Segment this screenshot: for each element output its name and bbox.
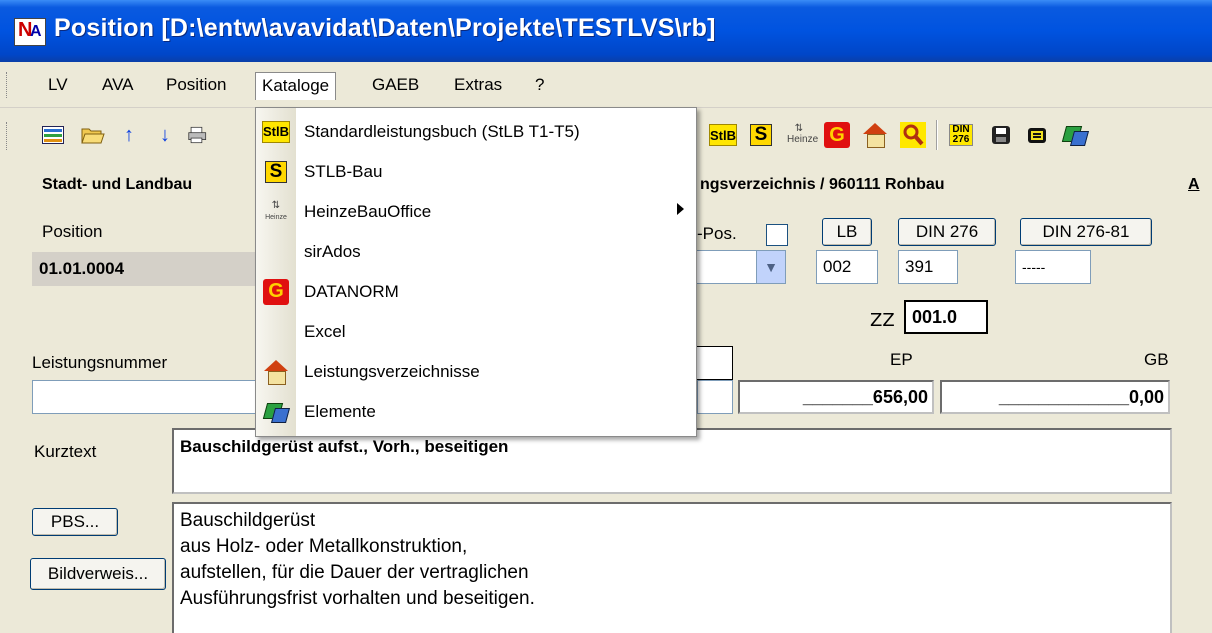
submenu-arrow-icon — [677, 203, 684, 215]
arrow-up-icon[interactable]: ↑ — [116, 122, 142, 148]
bildverweis-button[interactable]: Bildverweis... — [30, 558, 166, 590]
menu-item-elemente[interactable]: Elemente — [256, 392, 696, 431]
menu-extras[interactable]: Extras — [448, 72, 508, 100]
position-label: Position — [42, 222, 103, 241]
langtext-line: Bauschildgerüst — [180, 510, 316, 531]
din276-field[interactable]: 391 — [898, 250, 958, 284]
toolbar-grip[interactable] — [6, 122, 9, 150]
arrow-down-icon[interactable]: ↓ — [152, 122, 178, 148]
chevron-down-icon[interactable]: ▼ — [756, 250, 786, 284]
leistungsnummer-field[interactable] — [32, 380, 258, 414]
pos-checkbox[interactable] — [766, 224, 788, 246]
ep-label: EP — [890, 350, 913, 369]
pos-label: -Pos. — [697, 224, 737, 243]
hidden-field-top[interactable] — [697, 346, 733, 380]
menu-item-stlb[interactable]: StlB Standardleistungsbuch (StLB T1-T5) — [256, 112, 696, 151]
ep-field[interactable]: _______656,00 — [738, 380, 934, 414]
menu-bar: LV AVA Position Kataloge GAEB Extras ? — [0, 62, 1212, 108]
menu-item-label: HeinzeBauOffice — [304, 201, 432, 221]
menu-lv[interactable]: LV — [42, 72, 74, 100]
menu-item-label: Leistungsverzeichnisse — [304, 361, 480, 381]
list-icon[interactable] — [40, 122, 66, 148]
menu-ava[interactable]: AVA — [96, 72, 140, 100]
menu-item-label: STLB-Bau — [304, 161, 383, 181]
zz-field[interactable]: 001.0 — [904, 300, 988, 334]
menu-item-label: DATANORM — [304, 281, 399, 301]
window-title: Position [D:\entw\avavidat\Daten\Projekt… — [54, 14, 716, 42]
heinze-icon[interactable]: ⇅ Heinze — [786, 122, 818, 148]
menu-item-excel[interactable]: Excel — [256, 312, 696, 351]
kataloge-dropdown-menu: StlB Standardleistungsbuch (StLB T1-T5) … — [255, 107, 697, 437]
kurztext-label: Kurztext — [34, 442, 97, 461]
din276-icon[interactable]: DIN 276 — [948, 122, 974, 148]
menubar-grip[interactable] — [6, 72, 9, 98]
menu-item-label: Excel — [304, 321, 346, 341]
stlb-icon[interactable]: StlB — [709, 122, 737, 148]
open-folder-icon[interactable] — [80, 122, 106, 148]
project-header-left: Stadt- und Landbau — [42, 176, 193, 193]
din27681-button[interactable]: DIN 276-81 — [1020, 218, 1152, 246]
menu-item-datanorm[interactable]: G DATANORM — [256, 272, 696, 311]
project-header-right: ngsverzeichnis / 960111 Rohbau — [700, 176, 945, 193]
house-icon — [263, 359, 289, 385]
hidden-field-bottom[interactable] — [697, 380, 733, 414]
menu-help[interactable]: ? — [529, 72, 550, 100]
app-icon[interactable] — [14, 18, 46, 46]
lb-button[interactable]: LB — [822, 218, 872, 246]
search-icon[interactable] — [900, 122, 926, 148]
heinze-icon: ⇅ Heinze — [265, 199, 287, 221]
menu-item-leistungsverzeichnisse[interactable]: Leistungsverzeichnisse — [256, 352, 696, 391]
menu-gaeb[interactable]: GAEB — [366, 72, 425, 100]
disk-icon[interactable] — [988, 122, 1014, 148]
s-icon: S — [265, 160, 287, 183]
langtext-field[interactable]: Bauschildgerüst aus Holz- oder Metallkon… — [172, 502, 1172, 633]
s-icon[interactable]: S — [748, 122, 774, 148]
menu-item-heinze[interactable]: ⇅ Heinze HeinzeBauOffice — [256, 192, 696, 231]
lb-field[interactable]: 002 — [816, 250, 878, 284]
menu-item-label: Standardleistungsbuch (StLB T1-T5) — [304, 121, 580, 141]
menu-item-label: Elemente — [304, 401, 376, 421]
leistungsnummer-label: Leistungsnummer — [32, 353, 168, 372]
din276-button[interactable]: DIN 276 — [898, 218, 996, 246]
position-number-field[interactable]: 01.01.0004 — [32, 252, 258, 286]
toolbar-separator — [936, 120, 938, 150]
din27681-field[interactable]: ----- — [1015, 250, 1091, 284]
datanorm-icon[interactable]: G — [824, 122, 850, 148]
title-bar: Position [D:\entw\avavidat\Daten\Projekt… — [0, 0, 1212, 62]
datanorm-icon: G — [263, 278, 289, 305]
elements-icon — [263, 400, 289, 424]
project-header-edge: A — [1188, 176, 1200, 193]
menu-item-stlb-bau[interactable]: S STLB-Bau — [256, 152, 696, 191]
menu-kataloge[interactable]: Kataloge — [255, 72, 337, 100]
langtext-line: Ausführungsfrist vorhalten und beseitige… — [180, 588, 535, 609]
langtext-line: aus Holz- oder Metallkonstruktion, — [180, 536, 468, 557]
zz-label: ZZ — [870, 310, 895, 331]
kurztext-field[interactable]: Bauschildgerüst aufst., Vorh., beseitige… — [172, 428, 1172, 494]
pbs-button[interactable]: PBS... — [32, 508, 118, 536]
menu-position[interactable]: Position — [160, 72, 232, 100]
house-icon[interactable] — [862, 122, 888, 148]
stlb-icon: StlB — [262, 120, 290, 143]
gb-field[interactable]: _____________0,00 — [940, 380, 1170, 414]
menu-item-siraados[interactable]: sirAdos — [256, 232, 696, 271]
elements-icon[interactable] — [1062, 122, 1088, 148]
menu-item-label: sirAdos — [304, 241, 361, 261]
gb-label: GB — [1144, 350, 1169, 369]
print-icon[interactable] — [188, 122, 208, 148]
langtext-line: aufstellen, für die Dauer der vertraglic… — [180, 562, 529, 583]
combo-field[interactable] — [697, 250, 757, 284]
export-icon[interactable] — [1024, 122, 1050, 148]
